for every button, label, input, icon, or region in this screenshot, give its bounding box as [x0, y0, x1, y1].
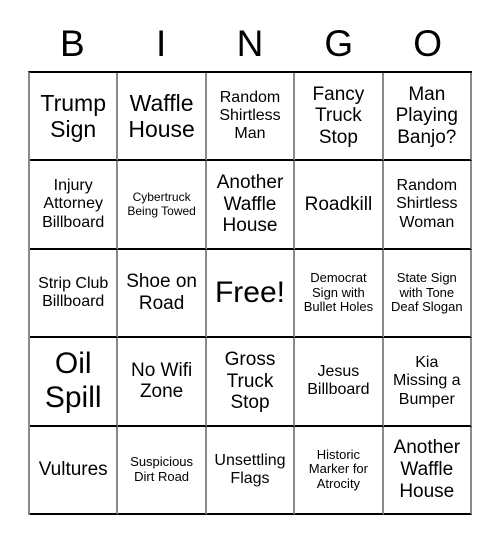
- bingo-cell[interactable]: Another Waffle House: [383, 426, 472, 515]
- bingo-cell-label: No Wifi Zone: [130, 359, 193, 403]
- bingo-cell[interactable]: Democrat Sign with Bullet Holes: [295, 249, 384, 339]
- header-letter-n: N: [236, 22, 264, 64]
- bingo-cell[interactable]: Oil Spill: [30, 338, 119, 427]
- bingo-cell[interactable]: Strip Club Billboard: [30, 249, 119, 339]
- bingo-cell-label: Fancy Truck Stop: [312, 83, 365, 149]
- bingo-cell-label: Oil Spill: [44, 347, 102, 415]
- bingo-cell-label: State Sign with Tone Deaf Slogan: [391, 269, 463, 315]
- bingo-cell-label: Roadkill: [304, 193, 373, 215]
- bingo-cell[interactable]: Trump Sign: [30, 73, 119, 162]
- bingo-cell[interactable]: Another Waffle House: [206, 161, 296, 250]
- bingo-cell[interactable]: Gross Truck Stop: [206, 338, 296, 427]
- bingo-cell-label: Gross Truck Stop: [224, 348, 276, 414]
- header-letter-i: I: [156, 22, 167, 64]
- bingo-cell[interactable]: Injury Attorney Billboard: [30, 161, 119, 250]
- bingo-cell-label: Jesus Billboard: [307, 363, 370, 399]
- bingo-cell-label: Historic Marker for Atrocity: [308, 446, 368, 492]
- bingo-cell[interactable]: Roadkill: [295, 161, 384, 250]
- bingo-cell[interactable]: Free!: [206, 249, 296, 339]
- bingo-cell[interactable]: Shoe on Road: [118, 249, 207, 339]
- bingo-card: B I N G O Trump Sign Waffle House Random S…: [0, 0, 500, 544]
- bingo-cell-label: Random Shirtless Man: [219, 88, 281, 143]
- bingo-cell-label: Shoe on Road: [126, 271, 197, 314]
- bingo-cell-label: Cybertruck Being Towed: [127, 189, 196, 218]
- bingo-cell[interactable]: Cybertruck Being Towed: [118, 161, 207, 250]
- bingo-cell[interactable]: Vultures: [30, 426, 119, 515]
- bingo-cell-label: Democrat Sign with Bullet Holes: [303, 269, 374, 315]
- bingo-cell-label: Man Playing Banjo?: [395, 83, 458, 149]
- bingo-cell-label: Free!: [214, 275, 285, 309]
- bingo-cell[interactable]: Historic Marker for Atrocity: [295, 426, 384, 515]
- bingo-cell-label: Unsettling Flags: [214, 451, 286, 487]
- bingo-cell[interactable]: Fancy Truck Stop: [295, 73, 384, 162]
- bingo-cell-label: Injury Attorney Billboard: [42, 177, 105, 231]
- bingo-cell[interactable]: State Sign with Tone Deaf Slogan: [383, 249, 472, 339]
- bingo-cell-label: Kia Missing a Bumper: [393, 354, 461, 408]
- bingo-cell[interactable]: Kia Missing a Bumper: [383, 338, 472, 427]
- bingo-cell-label: Suspicious Dirt Road: [130, 453, 194, 484]
- bingo-cell[interactable]: Jesus Billboard: [295, 338, 384, 427]
- bingo-cell-label: Waffle House: [128, 89, 195, 143]
- bingo-cell[interactable]: Random Shirtless Man: [206, 73, 296, 162]
- header-letter-o: O: [413, 22, 442, 64]
- header-letter-b: B: [60, 22, 85, 64]
- bingo-cell[interactable]: Random Shirtless Woman: [383, 161, 472, 250]
- bingo-cell-label: Vultures: [38, 458, 108, 480]
- bingo-cell-label: Random Shirtless Woman: [396, 177, 458, 231]
- bingo-cell[interactable]: Unsettling Flags: [206, 426, 296, 515]
- bingo-cell[interactable]: No Wifi Zone: [118, 338, 207, 427]
- bingo-header: B I N G O: [28, 18, 472, 68]
- bingo-cell[interactable]: Man Playing Banjo?: [383, 73, 472, 162]
- bingo-grid: Trump Sign Waffle House Random Shirtless M…: [28, 71, 472, 515]
- header-letter-g: G: [324, 22, 354, 64]
- bingo-cell-label: Another Waffle House: [216, 172, 284, 237]
- bingo-cell-label: Another Waffle House: [393, 437, 461, 502]
- bingo-cell[interactable]: Waffle House: [118, 73, 207, 162]
- bingo-cell[interactable]: Suspicious Dirt Road: [118, 426, 207, 515]
- bingo-cell-label: Trump Sign: [40, 89, 106, 143]
- bingo-cell-label: Strip Club Billboard: [38, 274, 109, 310]
